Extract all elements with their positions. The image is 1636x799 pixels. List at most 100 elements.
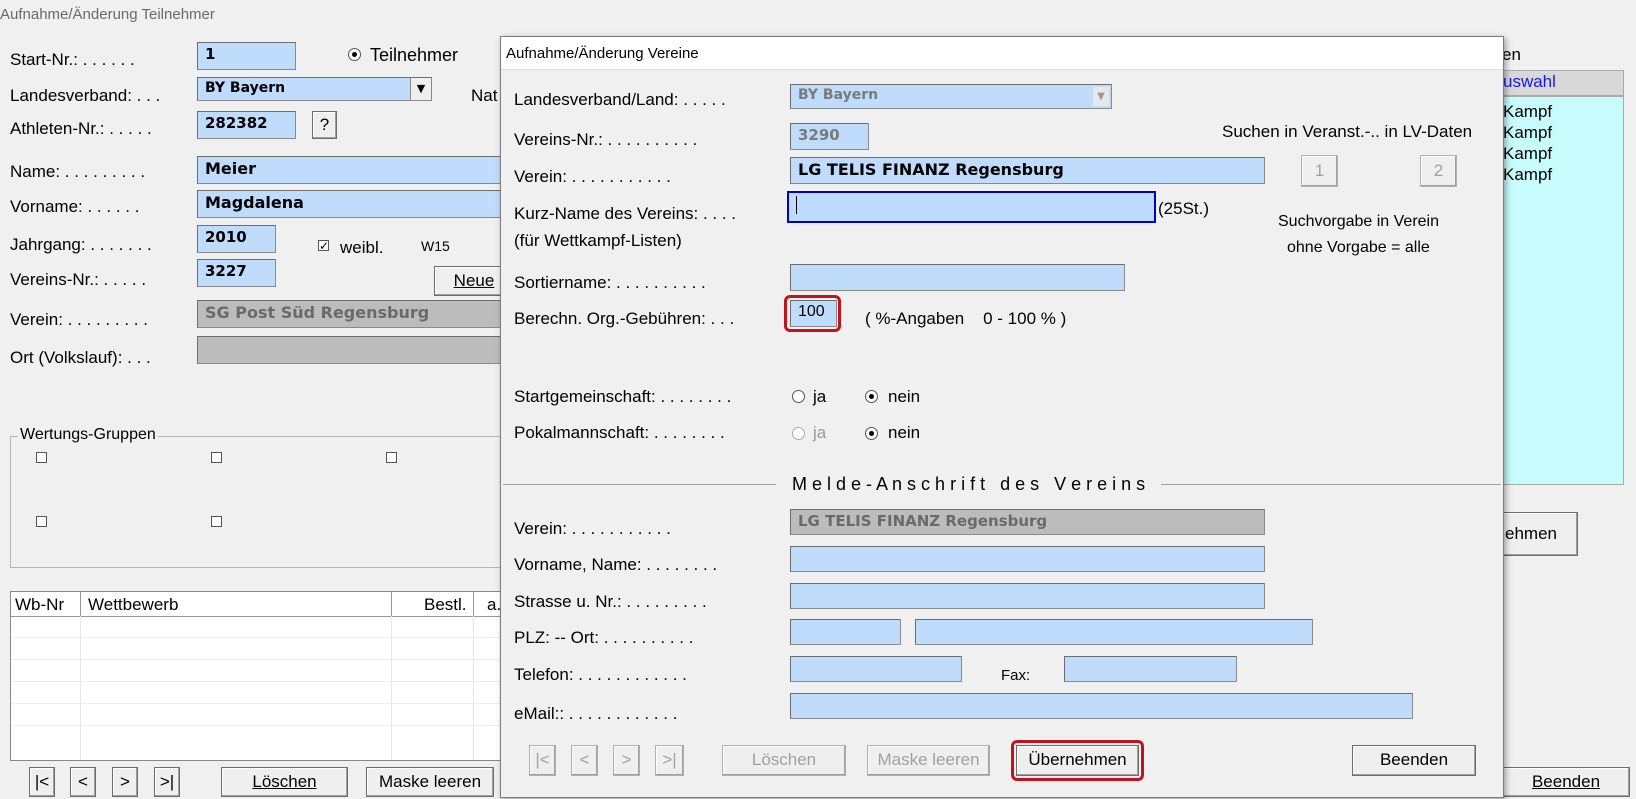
first-record-button[interactable]: |< (529, 745, 556, 776)
table-header-wb-nr[interactable]: Wb-Nr (15, 595, 64, 615)
email-input[interactable] (790, 693, 1413, 719)
help-button[interactable]: ? (312, 111, 337, 139)
start-nr-label: Start-Nr.: . . . . . . (10, 50, 135, 69)
landesverband-value: BY Bayern (205, 80, 286, 96)
beenden-main-button[interactable]: Beenden (1502, 767, 1630, 797)
landesverband-select[interactable]: BY Bayern ▼ (197, 77, 432, 101)
vereins-nr-input[interactable]: 3227 (197, 259, 276, 287)
vorname-name-label: Vorname, Name: . . . . . . . . (514, 555, 718, 574)
beenden-button[interactable]: Beenden (1352, 745, 1476, 776)
right-auswahl-header[interactable]: uswahl (1502, 70, 1624, 96)
table-header-bestl[interactable]: Bestl. (424, 595, 467, 615)
vereins-nr-label: Vereins-Nr.: . . . . . (10, 270, 147, 289)
list-item[interactable]: Kampf (1503, 165, 1552, 185)
kurz-name-hint: (25St.) (1158, 199, 1210, 218)
prev-record-button[interactable]: < (70, 767, 96, 797)
pokalmannschaft-nein-radio[interactable] (865, 427, 878, 440)
highlight-box (784, 295, 841, 332)
telefon-label: Telefon: . . . . . . . . . . . . (514, 665, 687, 684)
org-gebuehren-label: Berechn. Org.-Gebühren: . . . (514, 309, 735, 328)
startgemeinschaft-ja-radio[interactable] (792, 390, 805, 403)
loeschen-button[interactable]: Löschen (221, 767, 348, 797)
start-nr-input[interactable]: 1 (197, 42, 296, 70)
strasse-input[interactable] (790, 583, 1265, 609)
kurz-name-input[interactable] (787, 191, 1156, 223)
right-auswahl-label: uswahl (1503, 72, 1556, 91)
chevron-down-icon[interactable]: ▼ (1093, 87, 1109, 106)
last-record-button[interactable]: >| (655, 745, 684, 776)
maske-leeren-button[interactable]: Maske leeren (366, 767, 494, 797)
wertung-checkbox[interactable] (36, 516, 47, 527)
list-item[interactable]: Kampf (1503, 123, 1552, 143)
prev-record-button[interactable]: < (571, 745, 598, 776)
first-record-button[interactable]: |< (29, 767, 55, 797)
beenden-main-label: Beenden (1531, 772, 1601, 791)
table-header-wettbewerb[interactable]: Wettbewerb (88, 595, 178, 615)
verein-input[interactable]: SG Post Süd Regensburg (197, 300, 507, 328)
ort-input[interactable] (197, 336, 507, 364)
email-label: eMail:: . . . . . . . . . . . . (514, 704, 678, 723)
startgemeinschaft-nein-radio[interactable] (865, 390, 878, 403)
uebernehmen-main-button[interactable]: ehmen (1502, 512, 1578, 556)
right-list[interactable]: Kampf Kampf Kampf Kampf (1502, 96, 1624, 485)
highlight-box (1011, 740, 1144, 781)
wertung-checkbox[interactable] (36, 452, 47, 463)
wertung-checkbox[interactable] (386, 452, 397, 463)
wertungs-gruppen-label: Wertungs-Gruppen (18, 426, 158, 444)
strasse-label: Strasse u. Nr.: . . . . . . . . . (514, 592, 707, 611)
text-cursor (796, 195, 797, 214)
next-record-button[interactable]: > (613, 745, 640, 776)
startgemeinschaft-nein-label: nein (888, 387, 921, 406)
teilnehmer-radio[interactable] (348, 48, 361, 61)
melde-verein-label: Verein: . . . . . . . . . . . (514, 519, 671, 538)
loeschen-label: Löschen (252, 772, 317, 791)
vorname-input[interactable]: Magdalena (197, 190, 507, 218)
list-item[interactable]: Kampf (1503, 102, 1552, 122)
landesverband-land-select[interactable]: BY Bayern ▼ (790, 84, 1112, 109)
teilnehmer-radio-label: Teilnehmer (370, 45, 459, 65)
fax-input[interactable] (1064, 656, 1237, 682)
ort-label: Ort (Volkslauf): . . . (10, 348, 151, 367)
suchen-button-1[interactable]: 1 (1301, 155, 1338, 187)
vereine-dialog: Aufnahme/Änderung Vereine Landesverband/… (500, 36, 1504, 798)
name-label: Name: . . . . . . . . . (10, 162, 146, 181)
athleten-nr-label: Athleten-Nr.: . . . . . (10, 119, 152, 138)
vereins-nr-input[interactable]: 3290 (790, 123, 869, 150)
athleten-nr-input[interactable]: 282382 (197, 111, 296, 139)
ort-input[interactable] (915, 619, 1313, 645)
melde-verein-input[interactable]: LG TELIS FINANZ Regensburg (790, 509, 1265, 535)
suchvorgabe-line2: ohne Vorgabe = alle (1287, 239, 1430, 256)
wertung-checkbox[interactable] (211, 452, 222, 463)
right-header-fragment: en (1502, 45, 1521, 64)
verein-input[interactable]: LG TELIS FINANZ Regensburg (790, 157, 1265, 184)
vorname-name-input[interactable] (790, 546, 1265, 572)
table-header: Wb-Nr Wettbewerb Bestl. a. (11, 592, 511, 617)
next-record-button[interactable]: > (112, 767, 138, 797)
last-record-button[interactable]: >| (154, 767, 180, 797)
list-item[interactable]: Kampf (1503, 144, 1552, 164)
jahrgang-input[interactable]: 2010 (197, 225, 276, 253)
telefon-input[interactable] (790, 656, 962, 682)
maske-leeren-button[interactable]: Maske leeren (867, 745, 990, 776)
weibl-checkbox[interactable]: ✓ (318, 240, 329, 252)
fax-label: Fax: (1001, 667, 1031, 684)
pokalmannschaft-ja-radio[interactable] (792, 427, 805, 440)
wertung-checkbox[interactable] (211, 516, 222, 527)
sortiername-label: Sortiername: . . . . . . . . . . (514, 273, 706, 292)
main-window-title: Aufnahme/Änderung Teilnehmer (0, 6, 215, 23)
pokalmannschaft-nein-label: nein (888, 423, 921, 442)
loeschen-button[interactable]: Löschen (722, 745, 846, 776)
verein-label: Verein: . . . . . . . . . (10, 310, 148, 329)
name-input[interactable]: Meier (197, 156, 507, 184)
startgemeinschaft-label: Startgemeinschaft: . . . . . . . . (514, 387, 732, 406)
sortiername-input[interactable] (790, 264, 1125, 291)
dialog-title-bar[interactable]: Aufnahme/Änderung Vereine (501, 37, 1503, 70)
chevron-down-icon[interactable]: ▼ (410, 78, 431, 100)
plz-input[interactable] (790, 619, 901, 645)
kurz-name-label: Kurz-Name des Vereins: . . . . (514, 204, 737, 223)
section-title: M e l d e - A n s c h r i f t d e s V e … (776, 474, 1162, 495)
vorname-label: Vorname: . . . . . . (10, 197, 140, 216)
suchen-button-2[interactable]: 2 (1420, 155, 1457, 187)
suchen-label: Suchen in Veranst.-.. in LV-Daten (1222, 122, 1473, 141)
wettbewerb-table[interactable]: Wb-Nr Wettbewerb Bestl. a. (10, 591, 512, 761)
